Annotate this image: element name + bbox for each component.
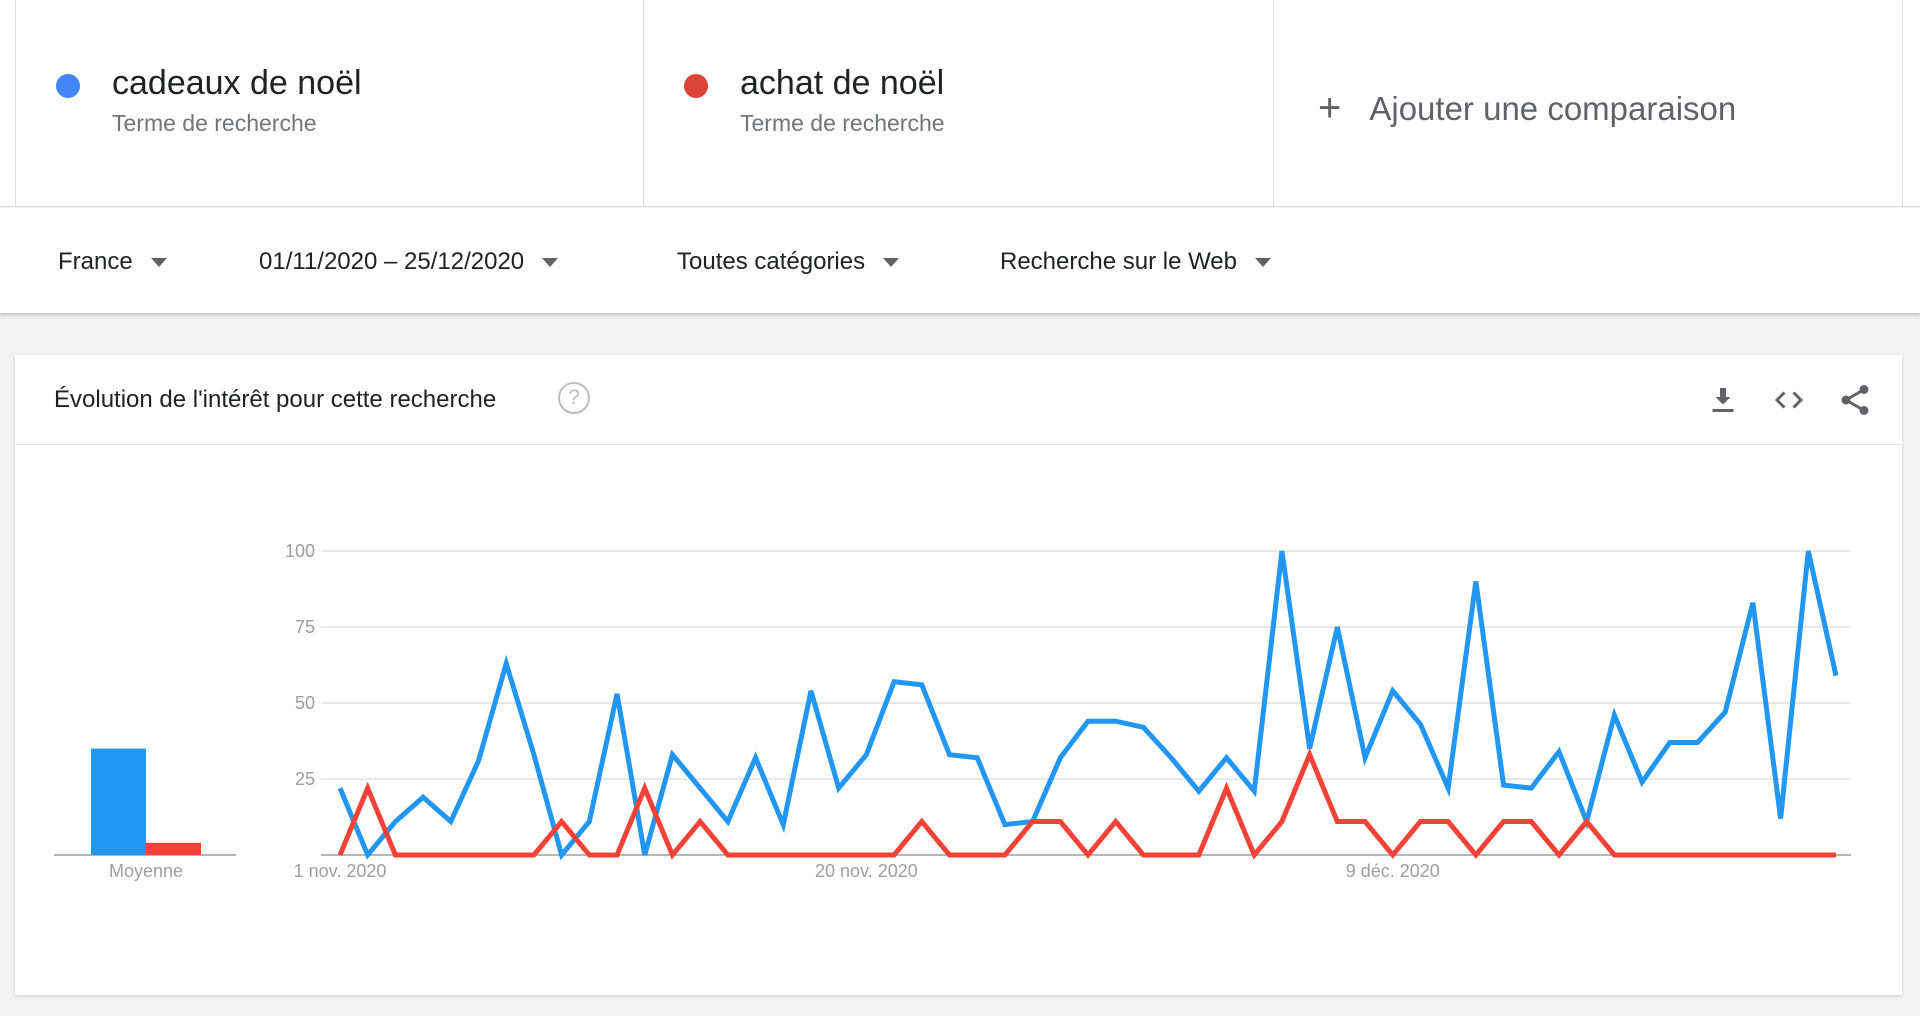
- region-dropdown[interactable]: France: [58, 248, 167, 276]
- add-comparison-button[interactable]: + Ajouter une comparaison: [1273, 0, 1903, 207]
- average-label: Moyenne: [109, 861, 183, 881]
- term-name[interactable]: cadeaux de noël: [112, 64, 362, 103]
- dropdown-arrow-icon: [150, 257, 167, 267]
- x-tick-label: 1 nov. 2020: [294, 861, 387, 881]
- search-type-value: Recherche sur le Web: [1000, 248, 1237, 275]
- term-card-1[interactable]: cadeaux de noël Terme de recherche: [15, 0, 643, 207]
- y-tick-label: 50: [295, 693, 315, 713]
- region-value: France: [58, 248, 133, 275]
- line-chart: 100 75 50 25 1 nov. 2020 20 nov. 2020 9 déc. 2…: [54, 541, 1851, 881]
- dropdown-arrow-icon: [883, 257, 900, 267]
- interest-over-time-card: Évolution de l'intérêt pour cette recher…: [15, 355, 1902, 995]
- average-bar: [146, 842, 201, 855]
- term-card-2[interactable]: achat de noël Terme de recherche: [643, 0, 1273, 207]
- x-tick-label: 9 déc. 2020: [1346, 861, 1440, 881]
- y-tick-label: 100: [285, 541, 315, 561]
- comparison-bar: cadeaux de noël Terme de recherche achat…: [0, 0, 1920, 207]
- category-dropdown[interactable]: Toutes catégories: [677, 248, 900, 276]
- dropdown-arrow-icon: [1255, 257, 1271, 267]
- filter-bar: France 01/11/2020 – 25/12/2020 Toutes ca…: [0, 208, 1920, 313]
- date-range-value: 01/11/2020 – 25/12/2020: [259, 248, 525, 275]
- category-value: Toutes catégories: [677, 248, 866, 275]
- series-color-dot: [56, 74, 80, 98]
- x-tick-label: 20 nov. 2020: [815, 861, 918, 881]
- add-comparison-label: Ajouter une comparaison: [1369, 89, 1737, 127]
- term-name[interactable]: achat de noël: [740, 64, 944, 103]
- dropdown-arrow-icon: [542, 257, 559, 267]
- series-color-dot: [684, 74, 708, 98]
- plus-icon: +: [1318, 86, 1342, 130]
- term-subtitle: Terme de recherche: [740, 110, 945, 136]
- y-tick-label: 75: [295, 617, 315, 637]
- search-type-dropdown[interactable]: Recherche sur le Web: [1000, 248, 1271, 276]
- series-line-2: [337, 748, 1836, 860]
- average-bar: [91, 748, 146, 855]
- term-subtitle: Terme de recherche: [112, 110, 317, 136]
- date-range-dropdown[interactable]: 01/11/2020 – 25/12/2020: [259, 248, 559, 276]
- y-tick-label: 25: [295, 769, 315, 789]
